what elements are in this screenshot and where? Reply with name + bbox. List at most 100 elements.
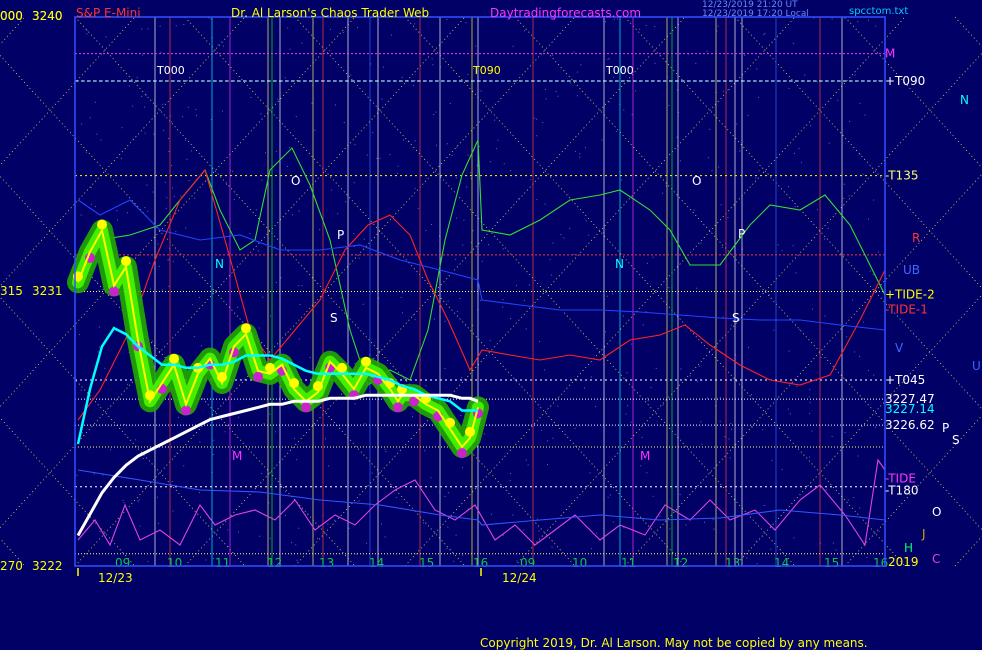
star (79, 334, 81, 336)
star (788, 350, 790, 352)
star (286, 165, 288, 167)
star (168, 258, 170, 260)
star (542, 122, 544, 124)
star (182, 116, 184, 118)
star (446, 19, 448, 21)
star (654, 62, 656, 64)
star (213, 439, 215, 441)
star (309, 357, 311, 359)
star (502, 248, 504, 250)
star (480, 90, 482, 92)
star (824, 315, 826, 317)
star (342, 32, 344, 34)
star (171, 480, 173, 482)
star (381, 98, 383, 100)
star (462, 554, 464, 556)
star (620, 179, 622, 181)
star (180, 195, 182, 197)
star (121, 127, 123, 129)
star (729, 457, 731, 459)
star (449, 102, 451, 104)
star (295, 544, 297, 546)
star (460, 415, 462, 417)
star (751, 427, 753, 429)
star (275, 282, 277, 284)
star (728, 438, 730, 440)
star (626, 372, 628, 374)
star (777, 244, 779, 246)
star (353, 182, 355, 184)
star (541, 429, 543, 431)
star (109, 449, 111, 451)
price-high-dot (241, 323, 251, 334)
star (809, 389, 811, 391)
star (147, 28, 149, 30)
star (849, 120, 851, 122)
star (588, 234, 590, 236)
star (86, 29, 88, 31)
star (576, 71, 578, 73)
star (462, 244, 464, 246)
star (76, 474, 78, 476)
star (559, 288, 561, 290)
star (167, 259, 169, 261)
x-tick-label: 14 (774, 556, 789, 570)
price-high-dot (97, 219, 107, 230)
star (414, 319, 416, 321)
star (470, 172, 472, 174)
star (763, 34, 765, 36)
star (560, 234, 562, 236)
price-low-dot (253, 371, 263, 382)
star (355, 553, 357, 555)
star (260, 113, 262, 115)
star (604, 331, 606, 333)
star (788, 87, 790, 89)
site-url[interactable]: Daytradingforecasts.com (490, 6, 641, 20)
star (432, 64, 434, 66)
star (770, 548, 772, 550)
star (435, 144, 437, 146)
star (289, 48, 291, 50)
star (362, 303, 364, 305)
star (98, 326, 100, 328)
star (843, 197, 845, 199)
star (231, 170, 233, 172)
star (414, 140, 416, 142)
star (538, 530, 540, 532)
planet-label: C (932, 552, 940, 566)
star (151, 340, 153, 342)
star (364, 423, 366, 425)
star (573, 51, 575, 53)
star (198, 296, 200, 298)
star (433, 113, 435, 115)
price-high-dot (361, 356, 371, 367)
price-high-dot (121, 256, 131, 267)
star (831, 18, 833, 20)
star (195, 108, 197, 110)
star (718, 166, 720, 168)
star (255, 209, 257, 211)
star (475, 45, 477, 47)
star (160, 51, 162, 53)
star (848, 195, 850, 197)
star (401, 76, 403, 78)
star (142, 54, 144, 56)
star (487, 244, 489, 246)
star (695, 62, 697, 64)
star (668, 287, 670, 289)
star (145, 94, 147, 96)
star (462, 467, 464, 469)
star (864, 114, 866, 116)
star (463, 219, 465, 221)
right-level-label: +TIDE-2 (885, 288, 935, 302)
chaos-trader-chart: 000 3240315 3231270 3222 09 10 11 12 13 14 15 16 09 1… (0, 0, 982, 650)
plot-marker-label: N (615, 257, 624, 271)
star (654, 26, 656, 28)
star (552, 437, 554, 439)
star (412, 314, 414, 316)
star (646, 397, 648, 399)
star (859, 102, 861, 104)
star (397, 172, 399, 174)
star (579, 153, 581, 155)
star (799, 329, 801, 331)
